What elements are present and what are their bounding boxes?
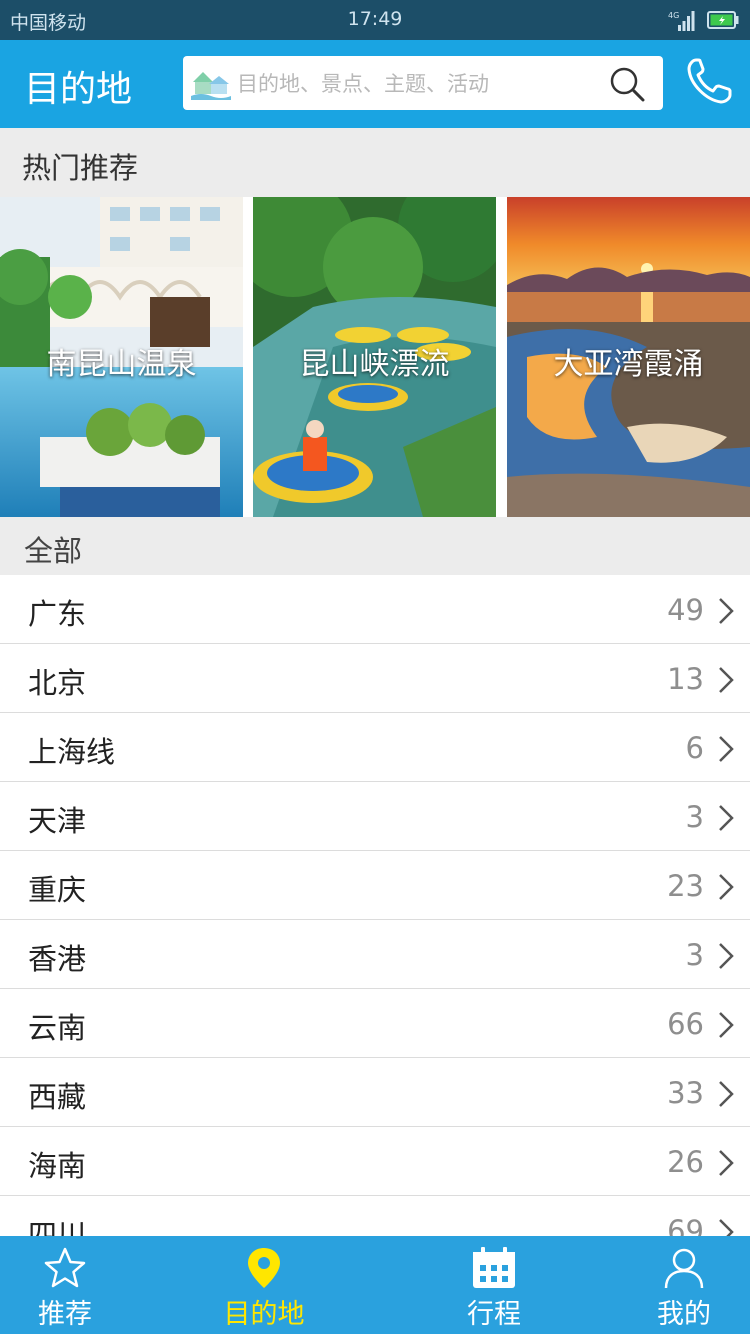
destination-count: 6	[685, 731, 704, 765]
destination-name: 广东	[28, 597, 87, 631]
destination-count: 23	[667, 869, 704, 903]
destination-name: 天津	[28, 804, 87, 838]
tab-label: 我的	[657, 1299, 711, 1330]
list-item[interactable]: 西藏 33	[0, 1058, 750, 1127]
chevron-right-icon	[719, 805, 734, 831]
hot-card-nankunshan[interactable]: 南昆山温泉	[0, 197, 243, 517]
list-item[interactable]: 广东 49	[0, 575, 750, 644]
list-item[interactable]: 北京 13	[0, 644, 750, 713]
signal-icon: 4G	[668, 11, 695, 31]
list-item[interactable]: 重庆 23	[0, 851, 750, 920]
hot-section-header: 热门推荐	[0, 128, 750, 197]
destination-count: 26	[667, 1145, 704, 1179]
destination-name: 重庆	[28, 873, 87, 907]
destination-count: 3	[685, 938, 704, 972]
search-input[interactable]	[235, 64, 599, 104]
chevron-right-icon	[719, 1150, 734, 1176]
list-item[interactable]: 云南 66	[0, 989, 750, 1058]
chevron-right-icon	[719, 874, 734, 900]
user-icon	[664, 1248, 704, 1289]
phone-icon[interactable]	[684, 54, 734, 108]
battery-icon	[707, 11, 739, 29]
destination-count: 49	[667, 593, 704, 627]
hot-card-label: 昆山峡漂流	[299, 347, 450, 382]
list-item[interactable]: 上海线 6	[0, 713, 750, 782]
status-time: 17:49	[347, 8, 403, 30]
chevron-right-icon	[719, 736, 734, 762]
hot-section-title: 热门推荐	[22, 151, 139, 185]
destination-name: 北京	[28, 666, 87, 700]
destination-name: 海南	[28, 1149, 87, 1183]
chevron-right-icon	[719, 667, 734, 693]
destination-count: 3	[685, 800, 704, 834]
list-item[interactable]: 香港 3	[0, 920, 750, 989]
tab-destination[interactable]: 目的地	[200, 1236, 328, 1334]
destination-name: 上海线	[28, 735, 116, 769]
page-title: 目的地	[24, 69, 133, 110]
destination-name: 香港	[28, 942, 87, 976]
hot-card-label: 南昆山温泉	[46, 347, 197, 382]
hot-card-kunshanxia[interactable]: 昆山峡漂流	[253, 197, 496, 517]
chevron-right-icon	[719, 1012, 734, 1038]
destination-list: 广东 49 北京 13 上海线 6 天津 3 重庆 23 香港 3 云南 66 …	[0, 575, 750, 1265]
hot-card-label: 大亚湾霞涌	[553, 347, 704, 382]
destination-count: 66	[667, 1007, 704, 1041]
list-item[interactable]: 海南 26	[0, 1127, 750, 1196]
svg-text:4G: 4G	[668, 11, 679, 20]
star-icon	[44, 1247, 86, 1288]
bottom-tab-bar: 推荐 目的地 行程 我的	[0, 1236, 750, 1334]
all-section-title: 全部	[24, 534, 83, 568]
destination-name: 云南	[28, 1011, 87, 1045]
chevron-right-icon	[719, 598, 734, 624]
tab-recommend[interactable]: 推荐	[0, 1236, 130, 1334]
all-section-header: 全部	[0, 517, 750, 575]
search-icon[interactable]	[607, 64, 647, 104]
tab-label: 行程	[467, 1299, 521, 1330]
tab-mine[interactable]: 我的	[620, 1236, 748, 1334]
chevron-right-icon	[719, 943, 734, 969]
calendar-icon	[473, 1247, 515, 1288]
search-bar[interactable]	[183, 56, 663, 110]
destination-count: 13	[667, 662, 704, 696]
destination-count: 33	[667, 1076, 704, 1110]
tab-label: 推荐	[38, 1299, 92, 1330]
app-logo-icon	[191, 72, 231, 100]
status-bar: 中国移动 17:49 4G	[0, 0, 750, 40]
chevron-right-icon	[719, 1081, 734, 1107]
hot-card-dayawan[interactable]: 大亚湾霞涌	[507, 197, 750, 517]
top-header: 目的地	[0, 40, 750, 128]
destination-name: 西藏	[28, 1080, 87, 1114]
tab-itinerary[interactable]: 行程	[430, 1236, 558, 1334]
location-pin-icon	[248, 1248, 280, 1288]
list-item[interactable]: 天津 3	[0, 782, 750, 851]
tab-label: 目的地	[223, 1299, 305, 1330]
